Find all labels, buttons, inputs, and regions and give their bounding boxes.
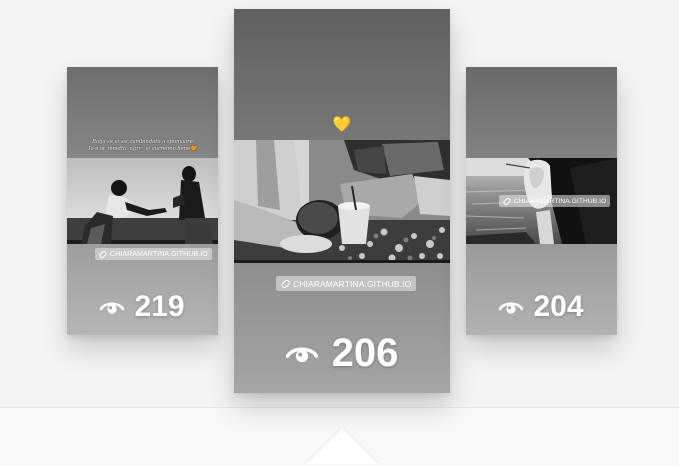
eye-icon <box>499 299 524 315</box>
link-sticker[interactable]: CHIARAMARTINA.GITHUB.IO <box>499 195 611 207</box>
story-card-right[interactable]: CHIARAMARTINA.GITHUB.IO 204 <box>466 67 617 335</box>
story-caption: Baija se vi ssi cumbindato a spumaare Io… <box>71 139 214 152</box>
caption-line-1: Baija se vi ssi cumbindato a spumaare <box>92 139 193 145</box>
link-sticker[interactable]: CHIARAMARTINA.GITHUB.IO <box>276 276 417 291</box>
yellow-heart-emoji: 💛 <box>332 116 352 133</box>
eye-icon <box>100 299 125 315</box>
view-count: 219 <box>67 290 218 324</box>
selection-pointer <box>305 428 379 465</box>
story-photo <box>234 140 450 263</box>
link-icon <box>98 249 108 259</box>
link-icon <box>502 196 512 206</box>
view-count: 206 <box>234 331 450 376</box>
link-icon <box>280 278 291 289</box>
link-sticker[interactable]: CHIARAMARTINA.GITHUB.IO <box>95 248 212 260</box>
story-card-left[interactable]: Baija se vi ssi cumbindato a spumaare Io… <box>67 67 218 335</box>
link-sticker-label: CHIARAMARTINA.GITHUB.IO <box>293 278 412 289</box>
orange-heart-emoji: 🧡 <box>190 145 197 152</box>
view-count-number: 204 <box>533 290 584 323</box>
link-sticker-label: CHIARAMARTINA.GITHUB.IO <box>110 250 208 258</box>
story-photo <box>67 158 218 244</box>
view-count-number: 206 <box>331 331 399 375</box>
view-count: 204 <box>466 290 617 324</box>
view-count-number: 219 <box>134 290 185 323</box>
eye-icon <box>285 343 318 364</box>
caption-line-2: Io e at_mmdhz_ngrr_ vi curreimo bene <box>88 145 191 152</box>
story-card-center[interactable]: 💛 CHIARAMARTINA.GITHUB.IO 206 <box>234 9 450 393</box>
link-sticker-label: CHIARAMARTINA.GITHUB.IO <box>514 197 607 205</box>
